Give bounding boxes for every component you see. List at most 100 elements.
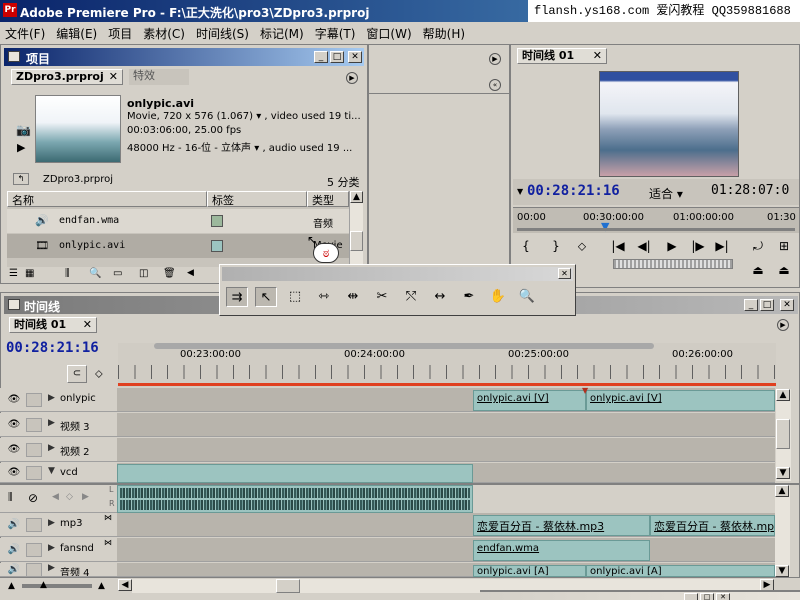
step-forward-icon[interactable]: |▶ (689, 239, 707, 253)
rolling-edit-tool-icon[interactable]: ⇿ (313, 287, 335, 307)
playhead-icon[interactable]: ▼ (601, 220, 609, 233)
extract-icon[interactable]: ⏏ (775, 263, 793, 277)
maximize-button[interactable]: □ (700, 593, 714, 600)
minimize-button[interactable]: _ (744, 299, 758, 311)
menu-item[interactable]: 编辑(E) (56, 27, 97, 41)
rate-stretch-tool-icon[interactable]: ⇹ (342, 287, 364, 307)
tab-project[interactable]: ZDpro3.prproj ✕ (11, 69, 123, 85)
prev-keyframe-icon[interactable]: ◀ (52, 492, 59, 502)
video-scrollbar[interactable]: ▲ ▼ (776, 389, 791, 481)
clip-onlypic-v-a[interactable]: onlypic.avi [V] (473, 390, 586, 411)
zoom-in-icon[interactable]: ▲ (98, 581, 105, 591)
zoom-slider-thumb[interactable]: ▲ (40, 580, 47, 590)
clip-onlypic-v-b[interactable]: onlypic.avi [V] (586, 390, 775, 411)
slide-tool-icon[interactable]: ↔ (429, 287, 451, 307)
play-icon[interactable]: ▶ (663, 239, 681, 253)
add-keyframe-icon[interactable]: ◇ (66, 492, 73, 502)
safe-margins-icon[interactable]: ⊞ (775, 239, 793, 253)
automate-icon[interactable]: ⫼ (65, 268, 70, 279)
tools-titlebar[interactable]: ✕ (222, 267, 573, 281)
lock-toggle[interactable] (26, 543, 42, 557)
close-button[interactable]: ✕ (558, 268, 571, 279)
track-fansnd[interactable] (117, 538, 775, 562)
scroll-left-button[interactable]: ◀ (118, 579, 132, 591)
mark-out-icon[interactable]: } (547, 239, 565, 253)
trash-icon[interactable]: 🗑 (163, 268, 176, 279)
marker-icon[interactable]: ⬦ (573, 239, 591, 254)
clip-mp3-b[interactable]: 恋爱百分百 - 蔡依林.mp3 (650, 515, 775, 536)
column-header-name[interactable]: 名称 (7, 191, 207, 207)
snap-icon[interactable]: ⊂ (67, 365, 87, 383)
menu-item[interactable]: 帮助(H) (423, 27, 465, 41)
column-header-type[interactable]: 类型 (307, 191, 349, 207)
lift-icon[interactable]: ⏏ (749, 263, 767, 277)
close-icon[interactable]: ✕ (109, 70, 118, 84)
eye-icon[interactable]: 👁 (6, 443, 22, 457)
menu-item[interactable]: 文件(F) (5, 27, 45, 41)
scroll-up-button[interactable]: ▲ (350, 191, 363, 203)
scroll-up-button[interactable]: ▲ (776, 389, 790, 401)
ripple-edit-tool-icon[interactable]: ⬚ (284, 287, 306, 307)
goto-in-icon[interactable]: |◀ (609, 239, 627, 253)
new-item-icon[interactable]: ◫ (139, 268, 148, 279)
tab-effects[interactable]: 特效 (129, 69, 189, 85)
timeline-ruler[interactable]: 00:23:00:00 00:24:00:00 00:25:00:00 00:2… (118, 343, 776, 387)
expand-icon[interactable]: ▶ (48, 518, 55, 528)
menu-item[interactable]: 窗口(W) (366, 27, 411, 41)
panel-menu-icon[interactable]: ▶ (489, 53, 501, 65)
lock-toggle[interactable] (26, 393, 42, 407)
tab-timeline-01[interactable]: 时间线 01 ✕ (9, 317, 97, 333)
collapse-icon[interactable]: ▼ (48, 466, 55, 476)
bin-icon[interactable]: ▭ (113, 268, 122, 279)
razor-tool-icon[interactable]: ✂ (371, 287, 393, 307)
speaker-icon[interactable]: 🔊 (6, 543, 22, 557)
panel-menu-icon[interactable]: ▶ (346, 72, 358, 84)
expand-icon[interactable]: ▶ (48, 393, 55, 403)
clip-endfan[interactable]: endfan.wma (473, 540, 650, 561)
expand-icon[interactable]: ▶ (48, 418, 55, 428)
scroll-left-icon[interactable]: ◀ (187, 268, 194, 278)
scroll-thumb[interactable] (350, 231, 363, 251)
clip-mp3-a[interactable]: 恋爱百分百 - 蔡依林.mp3 (473, 515, 650, 536)
hand-tool-icon[interactable]: ✋ (487, 287, 509, 307)
selection-tool-icon[interactable]: ↖ (255, 287, 277, 307)
clip-vcd[interactable] (117, 464, 473, 483)
close-icon[interactable]: ✕ (593, 49, 602, 63)
eye-icon[interactable]: 👁 (6, 393, 22, 407)
dropdown-icon[interactable]: ▾ (254, 143, 259, 154)
maximize-button[interactable]: □ (330, 51, 344, 63)
minimize-button[interactable]: _ (314, 51, 328, 63)
waveform-toggle-icon[interactable]: ⫼ (8, 492, 13, 503)
list-scrollbar[interactable]: ▲ (349, 191, 363, 267)
eye-icon[interactable]: 👁 (6, 418, 22, 432)
marker-icon[interactable]: ⬦ (95, 367, 103, 381)
mute-icon[interactable]: ⊘ (28, 491, 38, 505)
lock-toggle[interactable] (26, 443, 42, 457)
menu-item[interactable]: 字幕(T) (315, 27, 356, 41)
eye-icon[interactable]: 👁 (6, 466, 22, 480)
monitor-timecode[interactable]: 00:28:21:16 (527, 183, 620, 199)
close-button[interactable]: ✕ (348, 51, 362, 63)
timeline-timecode[interactable]: 00:28:21:16 (6, 340, 99, 356)
scroll-up-button[interactable]: ▲ (775, 485, 789, 497)
track-video2[interactable] (117, 438, 775, 462)
lock-toggle[interactable] (26, 418, 42, 432)
list-item[interactable]: 🎞 onlypic.avi Movie (7, 234, 349, 258)
menu-item[interactable]: 标记(M) (260, 27, 304, 41)
lock-toggle[interactable] (26, 563, 42, 576)
loop-icon[interactable]: ⤾ (749, 239, 767, 254)
maximize-button[interactable]: □ (760, 299, 774, 311)
pen-tool-icon[interactable]: ✒ (458, 287, 480, 307)
collapse-icon[interactable]: « (489, 79, 501, 91)
lock-toggle[interactable] (26, 466, 42, 480)
slip-tool-icon[interactable]: ⤲ (400, 287, 422, 307)
find-icon[interactable]: 🔍 (89, 268, 101, 279)
zoom-slider[interactable] (22, 584, 92, 588)
scroll-down-button[interactable]: ▼ (776, 467, 790, 479)
zoom-out-icon[interactable]: ▲ (8, 581, 15, 591)
jog-shuttle[interactable] (613, 259, 733, 269)
panel-menu-icon[interactable]: ▶ (777, 319, 789, 331)
expand-icon[interactable]: ▶ (48, 563, 55, 573)
audio-scrollbar[interactable]: ▲ ▼ (775, 485, 790, 577)
mark-in-icon[interactable]: { (517, 239, 535, 253)
